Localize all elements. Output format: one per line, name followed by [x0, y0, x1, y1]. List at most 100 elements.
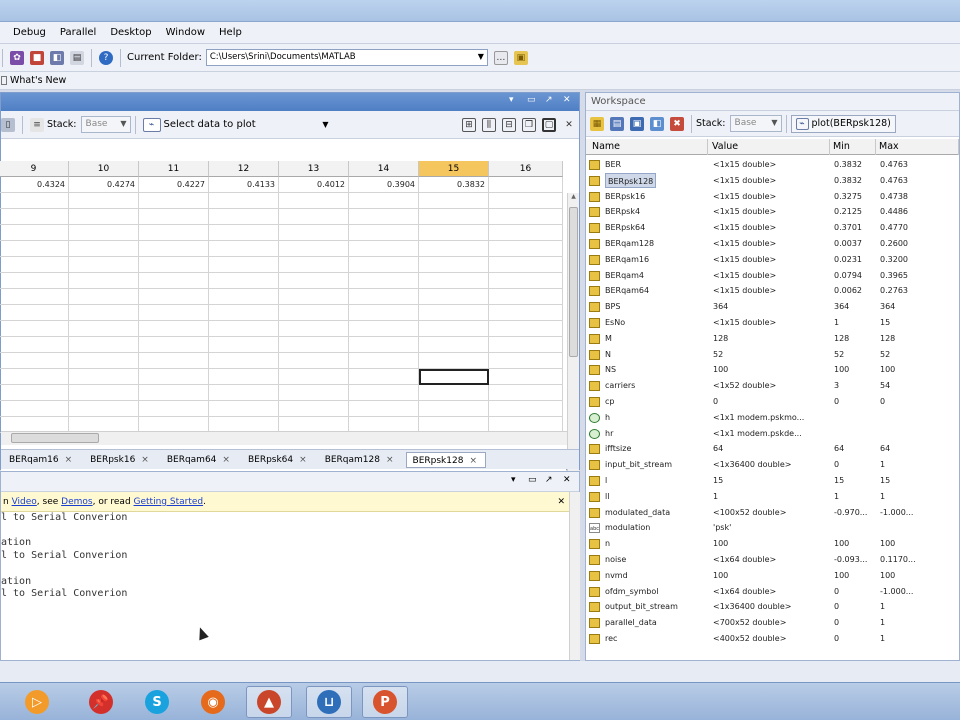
- float-window-icon[interactable]: ❐: [522, 117, 536, 132]
- column-header-value[interactable]: Value: [708, 139, 830, 155]
- new-variable-icon[interactable]: ▦: [590, 116, 604, 131]
- grid-cell[interactable]: [419, 385, 489, 401]
- simulink-icon[interactable]: ✿: [10, 50, 24, 65]
- grid-cell[interactable]: [69, 337, 139, 353]
- workspace-row[interactable]: BPS 364 364 364: [586, 299, 959, 315]
- grid-cell[interactable]: [209, 321, 279, 337]
- grid-cell[interactable]: [419, 241, 489, 257]
- grid-cell[interactable]: [0, 273, 69, 289]
- grid-cell[interactable]: [349, 225, 419, 241]
- grid-cell[interactable]: [279, 401, 349, 417]
- grid-cell[interactable]: [209, 241, 279, 257]
- workspace-row[interactable]: BERpsk64 <1x15 double> 0.3701 0.4770: [586, 220, 959, 236]
- panel-menu-icon[interactable]: ▾: [509, 95, 514, 105]
- grid-cell[interactable]: [419, 289, 489, 305]
- menu-window[interactable]: Window: [159, 27, 212, 38]
- grid-cell[interactable]: [209, 305, 279, 321]
- column-header[interactable]: 15: [419, 161, 489, 177]
- grid-cell[interactable]: [349, 337, 419, 353]
- workspace-row[interactable]: modulated_data <100x52 double> -0.970... -1…: [586, 505, 959, 521]
- close-icon[interactable]: ✕: [562, 118, 576, 132]
- whats-new-shortcut[interactable]: What's New: [10, 75, 66, 86]
- grid-cell[interactable]: [209, 369, 279, 385]
- grid-cell[interactable]: [0, 241, 69, 257]
- selected-grid-cell[interactable]: [419, 369, 489, 385]
- workspace-row[interactable]: N 52 52 52: [586, 347, 959, 363]
- firefox-icon[interactable]: ◉: [190, 686, 236, 718]
- browse-folder-icon[interactable]: …: [493, 50, 508, 65]
- column-header-min[interactable]: Min: [830, 139, 876, 155]
- grid-cell[interactable]: [139, 305, 209, 321]
- grid-cell[interactable]: [0, 353, 69, 369]
- grid-cell[interactable]: [69, 385, 139, 401]
- grid-cell[interactable]: 0.4324: [0, 177, 69, 193]
- skype-icon[interactable]: S: [134, 686, 180, 718]
- grid-cell[interactable]: 0.4227: [139, 177, 209, 193]
- grid-cell[interactable]: [279, 385, 349, 401]
- workspace-row[interactable]: hr <1x1 modem.pskde...: [586, 426, 959, 442]
- grid-cell[interactable]: [0, 257, 69, 273]
- grid-cell[interactable]: 0.3832: [419, 177, 489, 193]
- editor-icon[interactable]: ⊔: [306, 686, 352, 718]
- workspace-row[interactable]: rec <400x52 double> 0 1: [586, 631, 959, 647]
- grid-cell[interactable]: [69, 353, 139, 369]
- save-icon[interactable]: ▣: [630, 116, 644, 131]
- open-variable-icon[interactable]: ▤: [610, 116, 624, 131]
- grid-cell[interactable]: [139, 225, 209, 241]
- grid-cell[interactable]: [69, 305, 139, 321]
- grid-cell[interactable]: [69, 209, 139, 225]
- grid-cell[interactable]: [209, 353, 279, 369]
- vertical-scroll-thumb[interactable]: [569, 207, 578, 357]
- workspace-row[interactable]: l 15 15 15: [586, 473, 959, 489]
- grid-cell[interactable]: [139, 241, 209, 257]
- grid-cell[interactable]: [349, 193, 419, 209]
- column-header[interactable]: 12: [209, 161, 279, 177]
- grid-cell[interactable]: [349, 385, 419, 401]
- grid-cell[interactable]: [69, 241, 139, 257]
- grid-cell[interactable]: [419, 337, 489, 353]
- grid-cell[interactable]: [489, 225, 563, 241]
- workspace-row[interactable]: parallel_data <700x52 double> 0 1: [586, 615, 959, 631]
- menu-help[interactable]: Help: [212, 27, 249, 38]
- grid-cell[interactable]: [349, 353, 419, 369]
- grid-cell[interactable]: [349, 273, 419, 289]
- grid-cell[interactable]: [209, 337, 279, 353]
- dock-icon[interactable]: ↗: [545, 475, 553, 485]
- import-data-icon[interactable]: ◧: [650, 116, 664, 131]
- shortcut-page-icon[interactable]: [1, 76, 7, 85]
- tab-berqam16[interactable]: BERqam16 ×: [3, 452, 80, 468]
- horizontal-scroll-thumb[interactable]: [11, 433, 99, 443]
- menu-parallel[interactable]: Parallel: [53, 27, 103, 38]
- grid-cell[interactable]: [419, 353, 489, 369]
- folder-up-icon[interactable]: ▣: [513, 50, 528, 65]
- column-header[interactable]: 13: [279, 161, 349, 177]
- grid-cell[interactable]: [279, 257, 349, 273]
- grid-cell[interactable]: [489, 369, 563, 385]
- command-output[interactable]: l to Serial Converion ation l to Serial C…: [1, 512, 569, 662]
- workspace-row[interactable]: BERqam4 <1x15 double> 0.0794 0.3965: [586, 268, 959, 284]
- grid-cell[interactable]: [139, 273, 209, 289]
- tile-grid-icon[interactable]: ⊞: [462, 117, 476, 132]
- chevron-down-icon[interactable]: ▼: [478, 52, 484, 61]
- grid-cell[interactable]: [69, 321, 139, 337]
- grid-cell[interactable]: 0.3904: [349, 177, 419, 193]
- grid-cell[interactable]: [489, 289, 563, 305]
- workspace-row[interactable]: BERpsk4 <1x15 double> 0.2125 0.4486: [586, 204, 959, 220]
- undock-icon[interactable]: ▭: [527, 95, 536, 105]
- getting-started-link[interactable]: Getting Started: [134, 497, 204, 507]
- grid-cell[interactable]: [209, 401, 279, 417]
- workspace-row[interactable]: ifftsize 64 64 64: [586, 441, 959, 457]
- workspace-row[interactable]: output_bit_stream <1x36400 double> 0 1: [586, 599, 959, 615]
- grid-cell[interactable]: [489, 241, 563, 257]
- grid-cell[interactable]: [349, 241, 419, 257]
- grid-cell[interactable]: [419, 225, 489, 241]
- grid-cell[interactable]: [209, 209, 279, 225]
- help-browser-icon[interactable]: ▤: [70, 50, 84, 65]
- vertical-scrollbar[interactable]: [569, 492, 580, 660]
- close-icon[interactable]: ×: [65, 455, 73, 465]
- menu-desktop[interactable]: Desktop: [103, 27, 158, 38]
- close-icon[interactable]: ×: [141, 455, 149, 465]
- grid-cell[interactable]: [139, 209, 209, 225]
- current-folder-input[interactable]: C:\Users\Srini\Documents\MATLAB ▼: [205, 49, 488, 66]
- powerpoint-icon[interactable]: P: [362, 686, 408, 718]
